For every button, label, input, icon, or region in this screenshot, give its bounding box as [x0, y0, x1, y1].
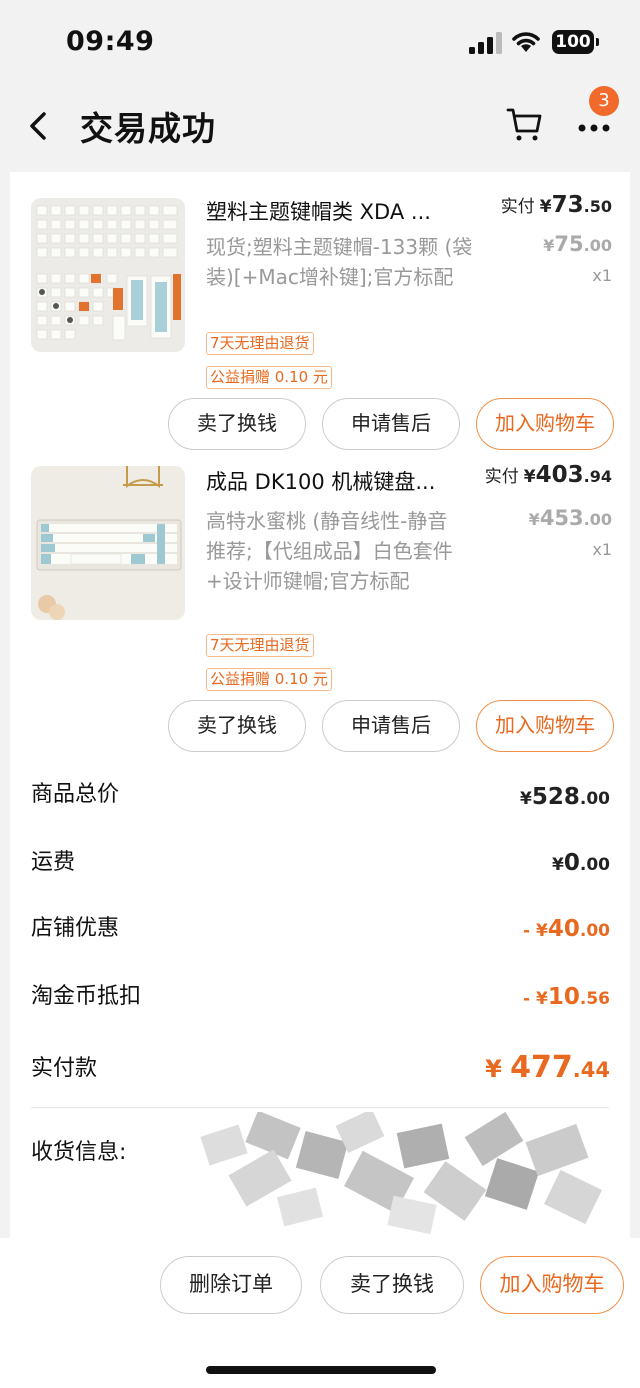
summary-integer: 528: [531, 784, 580, 810]
paid-label: 实付: [484, 467, 519, 487]
summary-row-total-paid: 实付款 ¥ 477.44: [10, 1050, 630, 1094]
resell-button[interactable]: 卖了换钱: [320, 1256, 464, 1314]
summary-value: ¥528.00: [520, 784, 610, 810]
product-title[interactable]: 成品 DK100 机械键盘...: [206, 466, 435, 496]
summary-label: 运费: [31, 850, 76, 875]
resell-button[interactable]: 卖了换钱: [168, 398, 306, 450]
battery-icon: 100: [552, 30, 599, 54]
original-price: ¥75.00: [543, 232, 612, 256]
after-sales-button[interactable]: 申请售后: [322, 398, 460, 450]
summary-label: 淘金币抵扣: [31, 984, 142, 1009]
charity-tag: 公益捐赠 0.10 元: [206, 668, 332, 691]
status-bar: 09:49 100: [0, 0, 640, 88]
summary-decimal: .00: [579, 855, 610, 875]
order-card: 塑料主题键帽类 XDA ... 实付 ¥73.50 现货;塑料主题键帽-133颗…: [10, 172, 630, 1252]
orig-integer: 75: [554, 232, 584, 256]
cellular-signal-icon: [469, 32, 503, 54]
summary-label: 店铺优惠: [31, 916, 120, 941]
summary-row-shop-discount: 店铺优惠 - ¥40.00: [10, 910, 630, 950]
paid-currency: ¥: [539, 197, 552, 217]
summary-value: - ¥10.56: [523, 984, 610, 1010]
add-to-cart-button[interactable]: 加入购物车: [476, 700, 614, 752]
back-arrow-icon[interactable]: [24, 106, 54, 146]
paid-label: 实付: [500, 197, 535, 217]
paid-currency: ¥: [523, 467, 536, 487]
product-item: 成品 DK100 机械键盘... 实付 ¥403.94 高特水蜜桃 (静音线性-…: [10, 462, 630, 762]
return-policy-tag: 7天无理由退货: [206, 332, 314, 355]
orig-integer: 453: [539, 506, 584, 530]
quantity: x1: [592, 540, 612, 559]
summary-decimal: .56: [579, 989, 610, 1009]
orig-currency: ¥: [543, 236, 555, 255]
paid-price: 实付 ¥403.94: [485, 462, 612, 488]
home-indicator: [206, 1366, 436, 1374]
wifi-icon: [512, 32, 540, 52]
product-item: 塑料主题键帽类 XDA ... 实付 ¥73.50 现货;塑料主题键帽-133颗…: [10, 172, 630, 462]
add-to-cart-button[interactable]: 加入购物车: [476, 398, 614, 450]
quantity: x1: [592, 266, 612, 285]
summary-value: ¥ 477.44: [485, 1050, 610, 1085]
keyboard-product-image[interactable]: [31, 466, 185, 620]
summary-row-subtotal: 商品总价 ¥528.00: [10, 776, 630, 816]
product-title[interactable]: 塑料主题键帽类 XDA ...: [206, 196, 431, 226]
summary-row-shipping: 运费 ¥0.00: [10, 844, 630, 884]
blurred-address-mosaic: [200, 1112, 603, 1235]
page-title: 交易成功: [80, 109, 216, 148]
paid-integer: 403: [535, 462, 584, 488]
paid-price: 实付 ¥73.50: [501, 192, 612, 218]
bottom-action-bar: 删除订单 卖了换钱 加入购物车: [0, 1238, 640, 1388]
summary-value: ¥0.00: [552, 850, 610, 876]
summary-prefix: -: [523, 921, 537, 941]
summary-prefix: -: [523, 989, 537, 1009]
summary-integer: 10: [547, 984, 580, 1010]
orig-currency: ¥: [528, 510, 540, 529]
summary-currency: ¥: [520, 789, 532, 809]
summary-integer: 477: [510, 1050, 573, 1085]
charity-tag: 公益捐赠 0.10 元: [206, 366, 332, 389]
paid-decimal: .50: [583, 197, 612, 216]
status-time: 09:49: [66, 26, 155, 57]
resell-button[interactable]: 卖了换钱: [168, 700, 306, 752]
address-label: 收货信息:: [31, 1140, 127, 1165]
shopping-cart-icon[interactable]: [504, 104, 544, 144]
paid-decimal: .94: [583, 467, 612, 486]
original-price: ¥453.00: [529, 506, 612, 530]
summary-integer: 40: [547, 916, 580, 942]
after-sales-button[interactable]: 申请售后: [322, 700, 460, 752]
product-spec: 高特水蜜桃 (静音线性-静音推荐;【代组成品】白色套件+设计师键帽;官方标配: [206, 509, 453, 593]
summary-row-coin-deduction: 淘金币抵扣 - ¥10.56: [10, 978, 630, 1018]
product-spec: 现货;塑料主题键帽-133颗 (袋装)[+Mac增补键];官方标配: [206, 235, 473, 289]
summary-currency: ¥: [536, 989, 548, 1009]
summary-label: 商品总价: [31, 782, 120, 807]
keycap-product-image[interactable]: [31, 198, 185, 352]
delete-order-button[interactable]: 删除订单: [160, 1256, 302, 1314]
summary-currency: ¥: [552, 855, 564, 875]
orig-decimal: .00: [583, 510, 612, 529]
orig-decimal: .00: [583, 236, 612, 255]
divider: [31, 1107, 609, 1108]
summary-currency: ¥: [485, 1055, 511, 1083]
summary-value: - ¥40.00: [523, 916, 610, 942]
add-to-cart-button[interactable]: 加入购物车: [480, 1256, 624, 1314]
notification-badge: 3: [589, 86, 619, 116]
summary-decimal: .00: [579, 789, 610, 809]
summary-label: 实付款: [31, 1056, 98, 1081]
return-policy-tag: 7天无理由退货: [206, 634, 314, 657]
summary-integer: 0: [563, 850, 580, 876]
nav-bar: 交易成功: [0, 88, 640, 168]
summary-decimal: .00: [579, 921, 610, 941]
summary-currency: ¥: [536, 921, 548, 941]
summary-decimal: .44: [572, 1058, 610, 1082]
paid-integer: 73: [551, 192, 584, 218]
